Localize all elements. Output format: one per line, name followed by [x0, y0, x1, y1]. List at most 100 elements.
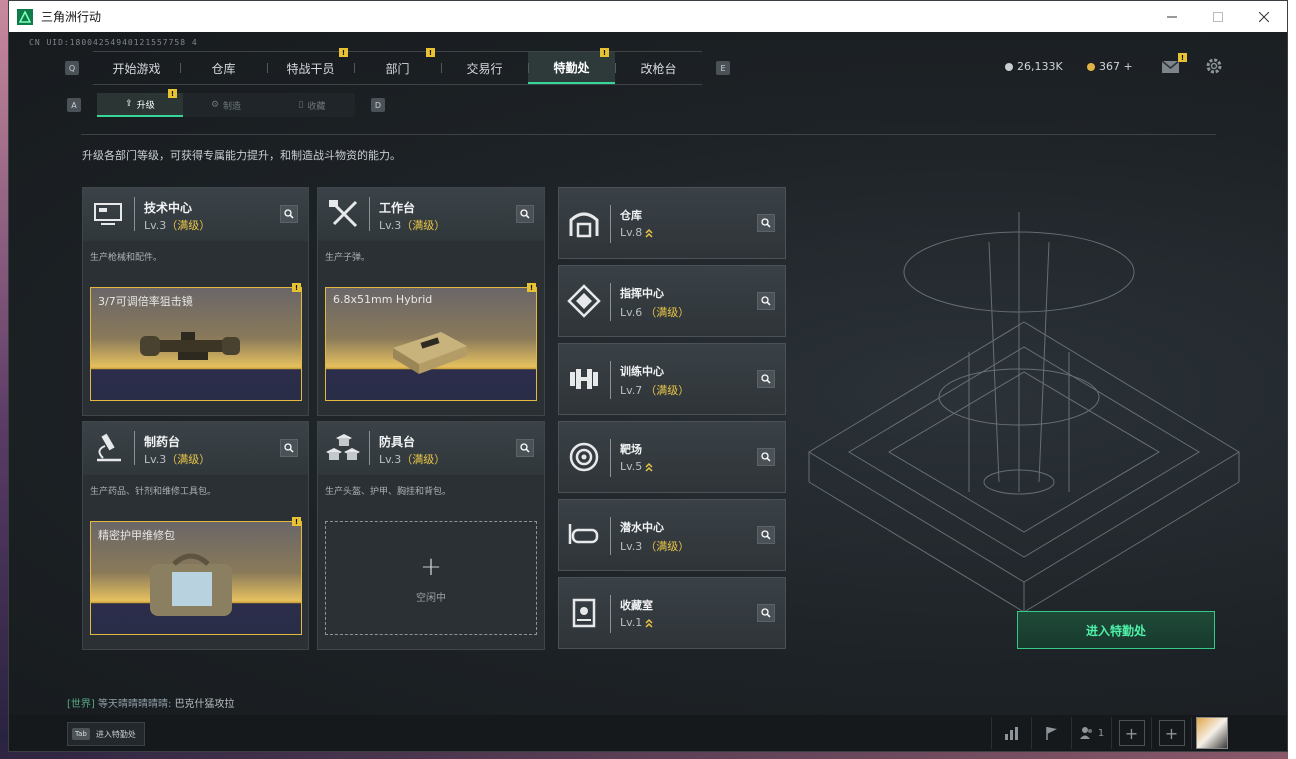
microscope-icon: [97, 433, 121, 462]
tools-icon: [329, 200, 358, 228]
tab-special-ops[interactable]: 特勤处!: [528, 48, 615, 84]
idle-slot[interactable]: + 空闲中: [325, 521, 537, 635]
divider: [81, 134, 1216, 135]
facility-card-armor-bench[interactable]: 防具台 Lv.3（满级） 生产头盔、护甲、胸挂和背包。 + 空闲中: [317, 421, 545, 650]
chat-sender: 等天晴晴晴晴晴:: [98, 699, 172, 710]
app-logo-icon: [17, 8, 33, 25]
notification-badge: !: [292, 517, 301, 526]
tab-label: 部门: [385, 61, 410, 76]
silver-amount: 26,133K: [1017, 60, 1063, 73]
facility-level: Lv.5: [620, 460, 653, 473]
facility-description: 生产药品、针剂和维修工具包。: [90, 487, 217, 497]
invite-slot-2[interactable]: +: [1151, 717, 1191, 749]
enter-special-ops-button[interactable]: 进入特勤处: [1017, 611, 1215, 649]
silver-currency: 26,133K: [1005, 60, 1063, 73]
special-ops-building-art: [808, 212, 1240, 613]
facility-name: 制药台: [144, 435, 181, 449]
search-icon[interactable]: [757, 604, 775, 622]
facility-card-shooting-range[interactable]: 靶场 Lv.5: [558, 421, 786, 493]
product-slot[interactable]: 6.8x51mm Hybrid !: [325, 283, 537, 401]
search-icon[interactable]: [757, 214, 775, 232]
squad-button[interactable]: 1: [1071, 717, 1111, 749]
facility-name: 收藏室: [620, 599, 653, 612]
facility-card-training-center[interactable]: 训练中心 Lv.7 （满级）: [558, 343, 786, 415]
facility-card-command-center[interactable]: 指挥中心 Lv.6 （满级）: [558, 265, 786, 337]
facility-name: 指挥中心: [620, 287, 664, 300]
diving-mask-icon: [568, 524, 599, 544]
silver-coin-icon: [1005, 62, 1013, 71]
bottom-toolbar: 1 + +: [991, 717, 1231, 749]
subtab-label: 收藏: [307, 101, 326, 112]
maximize-button[interactable]: [1195, 1, 1241, 32]
invite-slot-1[interactable]: +: [1111, 717, 1151, 749]
notification-badge: !: [292, 283, 301, 292]
upgrade-available-icon: [645, 228, 653, 238]
mail-icon[interactable]: !: [1161, 53, 1187, 74]
tab-warehouse[interactable]: 仓库: [180, 52, 267, 84]
search-icon[interactable]: [757, 292, 775, 310]
facility-card-collection-room[interactable]: 收藏室 Lv.1: [558, 577, 786, 649]
search-icon[interactable]: [757, 370, 775, 388]
subnav-right-key[interactable]: D: [371, 98, 385, 112]
product-name: 精密护甲维修包: [98, 529, 175, 542]
gold-amount: 367 +: [1099, 60, 1133, 73]
tab-operators[interactable]: 特战干员!: [267, 48, 354, 84]
nav-right-key[interactable]: E: [716, 61, 730, 75]
world-chat[interactable]: [世界] 等天晴晴晴晴晴: 巴克什猛攻拉: [67, 695, 235, 710]
product-slot[interactable]: 精密护甲维修包 !: [90, 517, 302, 635]
search-icon[interactable]: [757, 448, 775, 466]
player-uid: CN UID:18004254940121557758 4: [29, 38, 198, 47]
search-icon[interactable]: [757, 526, 775, 544]
stats-icon[interactable]: [991, 717, 1031, 749]
subtab-upgrade[interactable]: ⇪ 升级 !: [97, 89, 183, 117]
facility-level: Lv.1: [620, 616, 653, 629]
chat-channel: [世界]: [67, 699, 95, 710]
facility-card-warehouse[interactable]: 仓库 Lv.8: [558, 187, 786, 259]
facility-card-tech-center[interactable]: 技术中心 Lv.3（满级） 生产枪械和配件。 3/7可调倍率狙击镜 !: [82, 187, 309, 416]
notification-badge: !: [168, 89, 177, 98]
facility-card-diving-center[interactable]: 潜水中心 Lv.3 （满级）: [558, 499, 786, 571]
facility-name: 仓库: [620, 209, 642, 222]
facility-description: 生产子弹。: [325, 253, 371, 263]
chat-message: 巴克什猛攻拉: [174, 699, 235, 710]
tab-start-game[interactable]: 开始游戏: [93, 52, 180, 84]
facility-description: 生产枪械和配件。: [90, 253, 163, 263]
target-icon: [569, 442, 599, 472]
facility-card-workbench[interactable]: 工作台 Lv.3（满级） 生产子弹。 6.8x51mm Hybrid !: [317, 187, 545, 416]
search-icon[interactable]: [280, 205, 298, 223]
tab-label: 开始游戏: [112, 61, 161, 76]
background-window-edge: [1288, 0, 1296, 759]
craft-icon: ⚙: [210, 100, 220, 110]
search-icon[interactable]: [280, 439, 298, 457]
gear-icon[interactable]: [1205, 57, 1223, 75]
tab-shortcut-hint[interactable]: Tab 进入特勤处: [67, 722, 145, 746]
subtab-label: 制造: [223, 101, 242, 112]
search-icon[interactable]: [516, 439, 534, 457]
subtab-craft[interactable]: ⚙ 制造: [183, 93, 269, 117]
scope-icon: [140, 332, 240, 360]
flag-icon[interactable]: [1031, 717, 1071, 749]
search-icon[interactable]: [516, 205, 534, 223]
subtab-collection[interactable]: ▯ 收藏: [269, 93, 355, 117]
nav-left-key[interactable]: Q: [65, 61, 79, 75]
facility-level: Lv.3（满级）: [144, 453, 211, 466]
tab-gunsmith[interactable]: 改枪台: [615, 52, 702, 84]
tab-department[interactable]: 部门!: [354, 48, 441, 84]
title-bar: 三角洲行动: [9, 1, 1287, 32]
upgrade-icon: ⇪: [125, 99, 133, 109]
dumbbell-icon: [570, 369, 598, 389]
notification-badge: !: [600, 48, 609, 57]
close-button[interactable]: [1241, 1, 1287, 32]
minimize-button[interactable]: [1149, 1, 1195, 32]
subnav-left-key[interactable]: A: [67, 98, 81, 112]
sub-nav: A ⇪ 升级 ! ⚙ 制造 ▯ 收藏 D: [67, 89, 385, 117]
gold-coin-icon: [1087, 62, 1095, 71]
notification-badge: !: [426, 48, 435, 57]
tab-trading[interactable]: 交易行: [441, 52, 528, 84]
gold-currency[interactable]: 367 +: [1087, 60, 1133, 73]
facility-card-pharmacy[interactable]: 制药台 Lv.3（满级） 生产药品、针剂和维修工具包。 精密护甲维修包 !: [82, 421, 309, 650]
add-icon: +: [1158, 720, 1185, 746]
add-icon: +: [420, 552, 442, 582]
product-slot[interactable]: 3/7可调倍率狙击镜 !: [90, 283, 302, 401]
player-avatar-slot[interactable]: [1191, 717, 1231, 749]
